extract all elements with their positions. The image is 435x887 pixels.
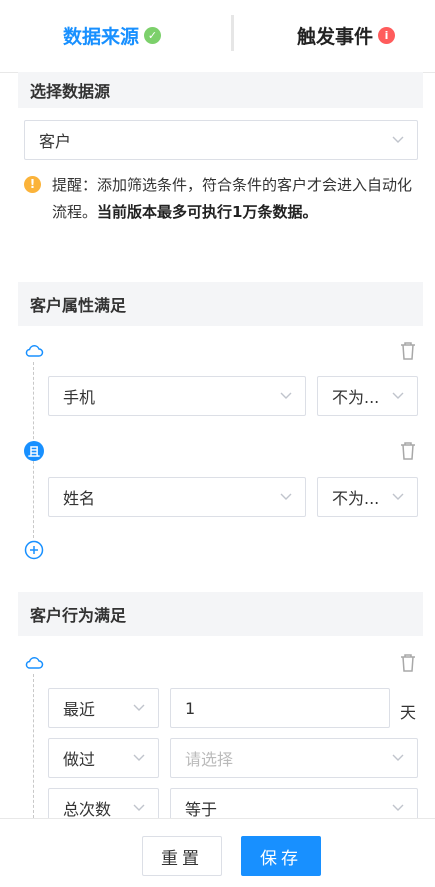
section-heading-behavior: 客户行为满足 xyxy=(18,592,423,636)
section-title: 选择数据源 xyxy=(30,82,111,101)
section-heading-data-source: 选择数据源 xyxy=(18,72,423,108)
time-unit: 天 xyxy=(400,703,417,722)
chevron-down-icon xyxy=(392,493,404,500)
chevron-down-icon xyxy=(392,392,404,399)
selected-value: 最近 xyxy=(63,700,96,719)
selected-value: 做过 xyxy=(63,750,96,769)
selected-value: 客户 xyxy=(39,132,72,151)
chevron-down-icon xyxy=(392,136,404,143)
tab-trigger-event[interactable]: 触发事件 i xyxy=(297,20,396,50)
data-source-select[interactable]: 客户 xyxy=(24,120,418,160)
selected-value: 姓名 xyxy=(63,489,96,508)
tab-data-source[interactable]: 数据来源 ✓ xyxy=(63,20,162,50)
selected-value: 总次数 xyxy=(63,800,112,819)
tab-bar: 数据来源 ✓ 触发事件 i xyxy=(0,0,435,73)
placeholder-text: 请选择 xyxy=(185,750,234,769)
chevron-down-icon xyxy=(133,754,145,761)
selected-value: 不为... xyxy=(332,388,380,407)
attribute-field-select[interactable]: 手机 xyxy=(48,376,306,416)
save-button[interactable]: 保存 xyxy=(241,836,321,876)
chevron-down-icon xyxy=(392,804,404,811)
chevron-down-icon xyxy=(133,704,145,711)
input-value: 1 xyxy=(185,698,196,718)
attribute-field-select[interactable]: 姓名 xyxy=(48,477,306,517)
warning-icon: ! xyxy=(24,176,41,193)
alert-icon: i xyxy=(378,26,396,44)
tip-bold-text: 当前版本最多可执行1万条数据。 xyxy=(97,203,318,221)
section-title: 客户属性满足 xyxy=(30,296,127,315)
tab-label: 触发事件 xyxy=(297,25,374,48)
section-title: 客户行为满足 xyxy=(30,606,127,625)
tab-divider xyxy=(231,15,234,51)
event-select[interactable]: 请选择 xyxy=(170,738,418,778)
attribute-operator-select[interactable]: 不为... xyxy=(317,477,418,517)
attribute-operator-select[interactable]: 不为... xyxy=(317,376,418,416)
chevron-down-icon xyxy=(392,754,404,761)
and-toggle[interactable]: 且 xyxy=(24,441,44,461)
join-label: 且 xyxy=(27,444,40,459)
trash-icon[interactable] xyxy=(399,441,417,461)
trash-icon[interactable] xyxy=(399,341,417,361)
cloud-icon[interactable] xyxy=(24,653,44,673)
tree-connector xyxy=(33,674,34,818)
time-value-input[interactable]: 1 xyxy=(170,688,390,728)
selected-value: 手机 xyxy=(63,388,96,407)
selected-value: 不为... xyxy=(332,489,380,508)
reset-button[interactable]: 重置 xyxy=(142,836,222,876)
tab-label: 数据来源 xyxy=(63,25,140,48)
chevron-down-icon xyxy=(280,392,292,399)
trash-icon[interactable] xyxy=(399,653,417,673)
action-select[interactable]: 做过 xyxy=(48,738,159,778)
time-range-select[interactable]: 最近 xyxy=(48,688,159,728)
chevron-down-icon xyxy=(133,804,145,811)
chevron-down-icon xyxy=(280,493,292,500)
tip-message: ! 提醒：添加筛选条件，符合条件的客户才会进入自动化流程。当前版本最多可执行1万… xyxy=(24,172,424,226)
footer-bar: 重置 保存 xyxy=(0,818,435,887)
selected-value: 等于 xyxy=(185,800,218,819)
check-icon: ✓ xyxy=(144,26,162,44)
section-heading-attributes: 客户属性满足 xyxy=(18,282,423,326)
add-condition-icon[interactable] xyxy=(24,540,44,560)
cloud-icon[interactable] xyxy=(24,341,44,361)
